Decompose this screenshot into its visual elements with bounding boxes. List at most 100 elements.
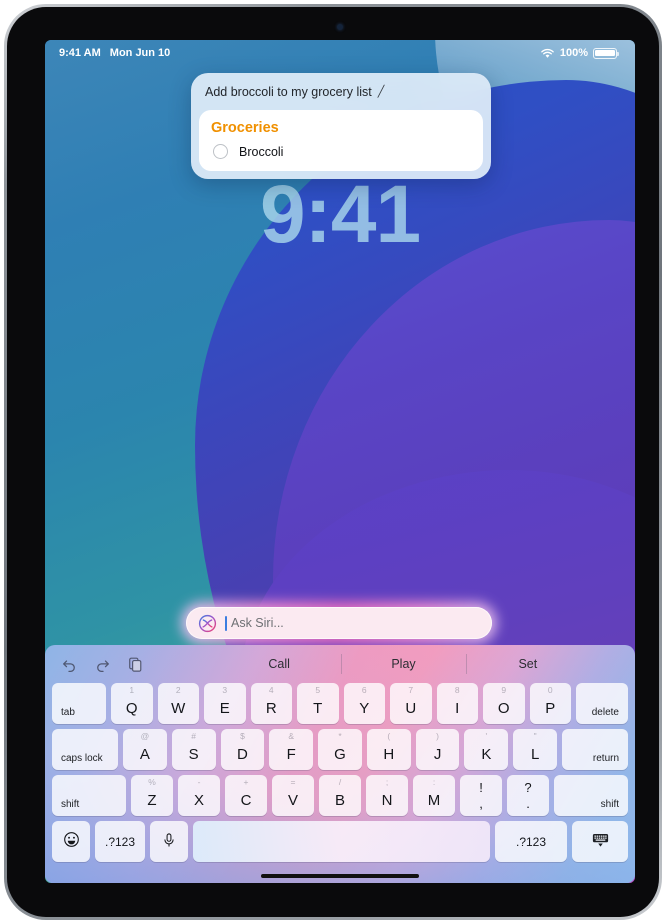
prediction-1[interactable]: Play (341, 651, 465, 677)
prediction-0[interactable]: Call (217, 651, 341, 677)
pencil-icon[interactable]: ╱ (378, 85, 385, 98)
key-label: C (240, 792, 252, 809)
notes-snippet-panel[interactable]: Groceries Broccoli (199, 110, 483, 171)
key-w[interactable]: 2W (157, 683, 199, 724)
key-secondary: / (338, 777, 342, 787)
key-k[interactable]: ' K (464, 729, 509, 770)
key-f[interactable]: & F (269, 729, 314, 770)
ask-siri-placeholder: Ask Siri... (231, 616, 284, 630)
key-secondary: * (338, 731, 342, 741)
key-m[interactable]: :M (413, 775, 455, 816)
key-label: I (455, 700, 460, 717)
key-label: Q (125, 700, 138, 717)
key-emoji[interactable] (52, 821, 90, 862)
key-secondary: 7 (408, 685, 414, 695)
key-b[interactable]: / B (319, 775, 361, 816)
text-cursor (225, 615, 227, 631)
key-r[interactable]: 4R (250, 683, 292, 724)
key-n[interactable]: ; N (366, 775, 408, 816)
siri-result-card[interactable]: Add broccoli to my grocery list ╱ Grocer… (191, 73, 491, 179)
key-v[interactable]: = V (272, 775, 314, 816)
key-shift-right[interactable]: shift (554, 775, 628, 816)
key-label: P (545, 700, 556, 717)
key-secondary: 2 (175, 685, 181, 695)
key-numbers-left[interactable]: .?123 (95, 821, 145, 862)
redo-icon[interactable] (94, 656, 111, 673)
key-label: B (334, 792, 345, 809)
key-label: shift (600, 799, 619, 810)
key-d[interactable]: $ D (220, 729, 265, 770)
siri-query-row[interactable]: Add broccoli to my grocery list ╱ (191, 73, 491, 110)
prediction-2[interactable]: Set (465, 651, 590, 677)
key-s[interactable]: # S (171, 729, 216, 770)
key-secondary: ! (479, 780, 483, 795)
ask-siri-input[interactable]: Ask Siri... (186, 607, 492, 639)
key-i[interactable]: 8I (436, 683, 478, 724)
key-g[interactable]: * G (318, 729, 362, 770)
key-t[interactable]: 5T (297, 683, 339, 724)
key-secondary: ) (436, 731, 439, 741)
notes-list-title: Groceries (211, 120, 279, 136)
key-shift-left[interactable]: shift (52, 775, 126, 816)
key-exclamation-comma[interactable]: !, (460, 775, 502, 816)
key-space[interactable] (193, 821, 490, 862)
key-c[interactable]: + C (225, 775, 267, 816)
status-bar-time: 9:41 AM (59, 47, 101, 59)
key-secondary: : (432, 777, 436, 787)
key-u[interactable]: 7U (390, 683, 432, 724)
key-secondary: = (290, 777, 296, 787)
home-indicator[interactable] (261, 874, 419, 878)
checkbox-circle-icon[interactable] (213, 144, 228, 159)
key-secondary: 0 (547, 685, 553, 695)
key-label: N (381, 792, 393, 809)
key-label: V (287, 792, 298, 809)
paste-icon[interactable] (127, 656, 144, 673)
prediction-bar[interactable]: Call Play Set (217, 651, 590, 677)
key-p[interactable]: 0P (529, 683, 571, 724)
key-numbers-right[interactable]: .?123 (495, 821, 567, 862)
status-bar: 9:41 AM Mon Jun 10 100% (45, 40, 635, 66)
key-secondary: + (243, 777, 249, 787)
key-o[interactable]: 9O (483, 683, 525, 724)
list-item[interactable]: Broccoli (211, 144, 471, 159)
onscreen-keyboard[interactable]: Call Play Set tab 1Q 2W 3E 4R 5T 6Y 7 U … (45, 645, 635, 883)
key-j[interactable]: ) J (415, 729, 460, 770)
key-label: F (286, 746, 296, 763)
key-caps-lock[interactable]: caps lock (52, 729, 118, 770)
battery-full-icon (593, 47, 619, 59)
key-secondary: ' (485, 731, 488, 741)
key-h[interactable]: (H (366, 729, 411, 770)
key-x[interactable]: -X (178, 775, 220, 816)
key-hide-keyboard[interactable] (572, 821, 628, 862)
ask-siri-field-wrapper[interactable]: Ask Siri... (181, 602, 497, 644)
key-y[interactable]: 6Y (343, 683, 385, 724)
key-label: R (265, 700, 277, 717)
key-dictation[interactable] (150, 821, 188, 862)
key-label: delete (591, 707, 619, 718)
hide-keyboard-icon (591, 832, 610, 852)
key-label: A (139, 746, 150, 763)
key-label: , (479, 796, 483, 811)
key-q[interactable]: 1Q (111, 683, 153, 724)
key-label: Z (147, 792, 157, 809)
key-a[interactable]: @ A (123, 729, 167, 770)
key-label: tab (61, 707, 75, 718)
key-secondary: @ (140, 731, 150, 741)
key-l[interactable]: " L (513, 729, 558, 770)
key-secondary: 8 (454, 685, 460, 695)
key-question-period[interactable]: ?. (507, 775, 549, 816)
key-tab[interactable]: tab (52, 683, 106, 724)
siri-glyph-icon (198, 614, 217, 633)
key-z[interactable]: % Z (131, 775, 173, 816)
key-label: L (530, 746, 540, 763)
key-label: shift (61, 799, 80, 810)
key-label: caps lock (61, 753, 103, 764)
keyboard-row-3: shift % Z -X + C = V / B ; N :M !, ?. shift (52, 775, 628, 816)
key-secondary: & (288, 731, 295, 741)
key-delete[interactable]: delete (576, 683, 628, 724)
key-e[interactable]: 3E (204, 683, 246, 724)
key-return[interactable]: return (562, 729, 629, 770)
wifi-icon (540, 48, 555, 59)
undo-icon[interactable] (61, 656, 78, 673)
key-secondary: % (148, 777, 156, 787)
